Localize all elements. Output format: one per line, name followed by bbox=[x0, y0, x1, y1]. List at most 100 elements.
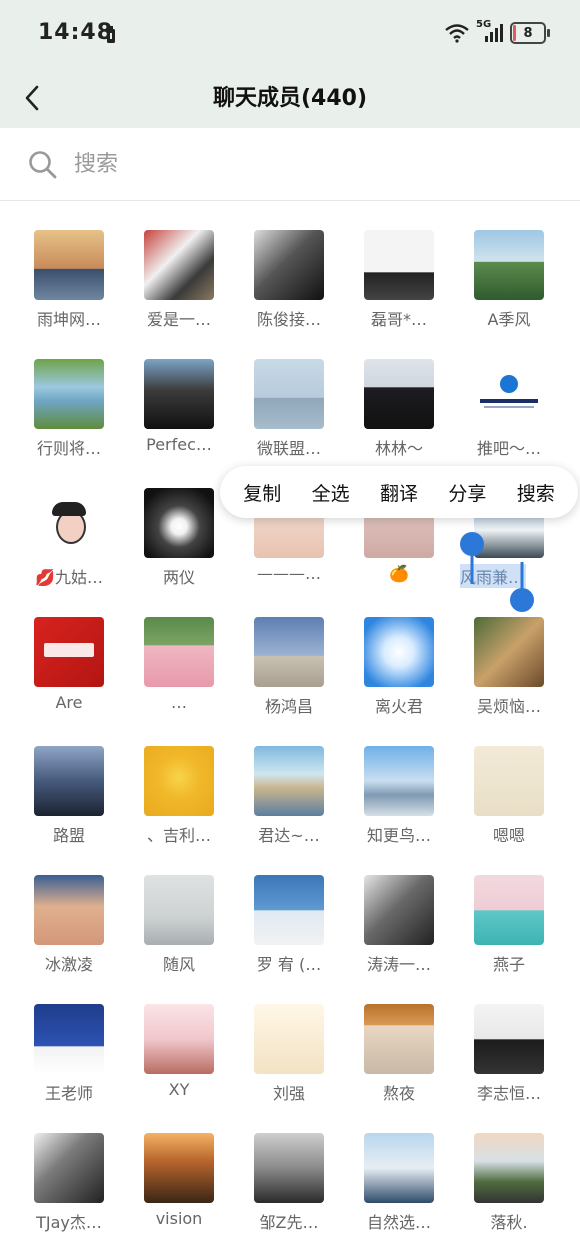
member-item[interactable]: 涛涛一… bbox=[344, 847, 454, 974]
menu-search[interactable]: 搜索 bbox=[517, 479, 555, 506]
member-item[interactable]: 爱是一… bbox=[124, 202, 234, 329]
member-item[interactable]: Perfec… bbox=[124, 331, 234, 454]
member-item[interactable]: 杨鸿昌 bbox=[234, 589, 344, 716]
member-avatar[interactable] bbox=[364, 617, 434, 687]
member-name: vision bbox=[155, 1209, 203, 1228]
member-item[interactable]: 两仪 bbox=[124, 460, 234, 587]
member-avatar[interactable] bbox=[34, 488, 104, 558]
member-avatar[interactable] bbox=[144, 359, 214, 429]
member-avatar[interactable] bbox=[34, 230, 104, 300]
member-avatar[interactable] bbox=[144, 746, 214, 816]
member-item[interactable]: TJay杰… bbox=[14, 1105, 124, 1232]
member-item[interactable]: A季风 bbox=[454, 202, 564, 329]
member-item[interactable]: 林林～ bbox=[344, 331, 454, 458]
member-item[interactable]: 冰激凌 bbox=[14, 847, 124, 974]
member-avatar[interactable] bbox=[364, 1004, 434, 1074]
search-input[interactable] bbox=[72, 146, 556, 182]
member-avatar[interactable] bbox=[254, 1004, 324, 1074]
member-item[interactable]: 、吉利… bbox=[124, 718, 234, 845]
member-name: ———… bbox=[257, 564, 321, 583]
member-item[interactable]: 李志恒… bbox=[454, 976, 564, 1103]
member-avatar[interactable] bbox=[144, 617, 214, 687]
member-item[interactable]: 刘强 bbox=[234, 976, 344, 1103]
member-avatar[interactable] bbox=[474, 617, 544, 687]
member-avatar[interactable] bbox=[474, 359, 544, 429]
battery-saver-icon bbox=[107, 26, 115, 43]
member-name: 磊哥*… bbox=[370, 310, 427, 329]
member-avatar[interactable] bbox=[474, 875, 544, 945]
top-nav: 聊天成员(440) bbox=[0, 68, 580, 128]
member-avatar[interactable] bbox=[364, 875, 434, 945]
member-item[interactable]: 随风 bbox=[124, 847, 234, 974]
member-avatar[interactable] bbox=[34, 359, 104, 429]
wifi-icon bbox=[445, 24, 469, 43]
member-name: 君达~… bbox=[258, 826, 320, 845]
member-item[interactable]: 路盟 bbox=[14, 718, 124, 845]
member-avatar[interactable] bbox=[144, 875, 214, 945]
member-avatar[interactable] bbox=[34, 1133, 104, 1203]
member-item[interactable]: vision bbox=[124, 1105, 234, 1228]
selection-start-handle[interactable] bbox=[458, 530, 486, 586]
member-name: 雨坤网… bbox=[36, 310, 101, 329]
member-item[interactable]: 💋九姑… bbox=[14, 460, 124, 587]
member-item[interactable]: Are bbox=[14, 589, 124, 712]
member-item[interactable]: 自然选… bbox=[344, 1105, 454, 1232]
member-name: 陈俊接… bbox=[256, 310, 321, 329]
member-avatar[interactable] bbox=[474, 230, 544, 300]
member-item[interactable]: 落秋. bbox=[454, 1105, 564, 1232]
member-name: 行则将… bbox=[36, 439, 101, 458]
member-item[interactable]: 微联盟… bbox=[234, 331, 344, 458]
member-avatar[interactable] bbox=[364, 230, 434, 300]
member-item[interactable]: 陈俊接… bbox=[234, 202, 344, 329]
member-avatar[interactable] bbox=[474, 1004, 544, 1074]
member-item[interactable]: 君达~… bbox=[234, 718, 344, 845]
member-avatar[interactable] bbox=[34, 875, 104, 945]
member-name: Perfec… bbox=[146, 435, 212, 454]
member-avatar[interactable] bbox=[144, 230, 214, 300]
member-avatar[interactable] bbox=[254, 1133, 324, 1203]
member-item[interactable]: 燕子 bbox=[454, 847, 564, 974]
cellular-signal-icon: 5G bbox=[476, 19, 504, 43]
menu-copy[interactable]: 复制 bbox=[243, 479, 281, 506]
menu-translate[interactable]: 翻译 bbox=[380, 479, 418, 506]
member-item[interactable]: … bbox=[124, 589, 234, 712]
member-avatar[interactable] bbox=[34, 746, 104, 816]
member-name: … bbox=[171, 693, 187, 712]
member-item[interactable]: 熬夜 bbox=[344, 976, 454, 1103]
member-avatar[interactable] bbox=[254, 230, 324, 300]
member-avatar[interactable] bbox=[144, 488, 214, 558]
member-item[interactable]: 推吧～… bbox=[454, 331, 564, 458]
member-avatar[interactable] bbox=[254, 617, 324, 687]
member-item[interactable]: 嗯嗯 bbox=[454, 718, 564, 845]
member-avatar[interactable] bbox=[474, 746, 544, 816]
search-icon bbox=[29, 151, 57, 179]
member-name: 熬夜 bbox=[382, 1084, 415, 1103]
member-avatar[interactable] bbox=[144, 1133, 214, 1203]
member-item[interactable]: 知更鸟… bbox=[344, 718, 454, 845]
member-name: 杨鸿昌 bbox=[264, 697, 313, 716]
member-item[interactable]: 磊哥*… bbox=[344, 202, 454, 329]
member-item[interactable]: 离火君 bbox=[344, 589, 454, 716]
member-item[interactable]: 雨坤网… bbox=[14, 202, 124, 329]
menu-select-all[interactable]: 全选 bbox=[312, 479, 350, 506]
member-avatar[interactable] bbox=[144, 1004, 214, 1074]
member-item[interactable]: XY bbox=[124, 976, 234, 1099]
member-item[interactable]: 邹Z先… bbox=[234, 1105, 344, 1232]
member-avatar[interactable] bbox=[364, 1133, 434, 1203]
member-avatar[interactable] bbox=[254, 746, 324, 816]
member-avatar[interactable] bbox=[364, 359, 434, 429]
selection-end-handle[interactable] bbox=[508, 562, 536, 614]
page-title: 聊天成员(440) bbox=[212, 86, 368, 111]
member-name: 🍊 bbox=[389, 564, 409, 583]
member-avatar[interactable] bbox=[34, 617, 104, 687]
member-avatar[interactable] bbox=[34, 1004, 104, 1074]
member-avatar[interactable] bbox=[254, 875, 324, 945]
member-name: 冰激凌 bbox=[44, 955, 93, 974]
member-item[interactable]: 行则将… bbox=[14, 331, 124, 458]
member-avatar[interactable] bbox=[364, 746, 434, 816]
member-item[interactable]: 王老师 bbox=[14, 976, 124, 1103]
member-item[interactable]: 罗 宥 (… bbox=[234, 847, 344, 974]
member-avatar[interactable] bbox=[254, 359, 324, 429]
menu-share[interactable]: 分享 bbox=[448, 479, 486, 506]
member-avatar[interactable] bbox=[474, 1133, 544, 1203]
